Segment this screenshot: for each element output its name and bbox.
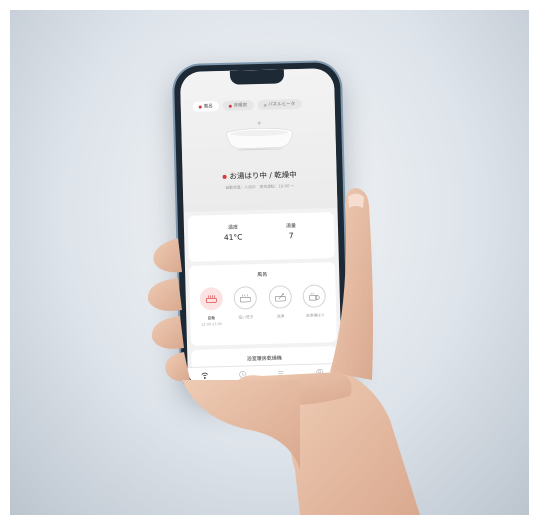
photo-background: 風呂 床暖房 パネルヒータ お湯はり中 / 乾燥中 自動保温：入浴中 換気運転：… bbox=[0, 0, 539, 525]
hand-illustration bbox=[147, 188, 420, 515]
